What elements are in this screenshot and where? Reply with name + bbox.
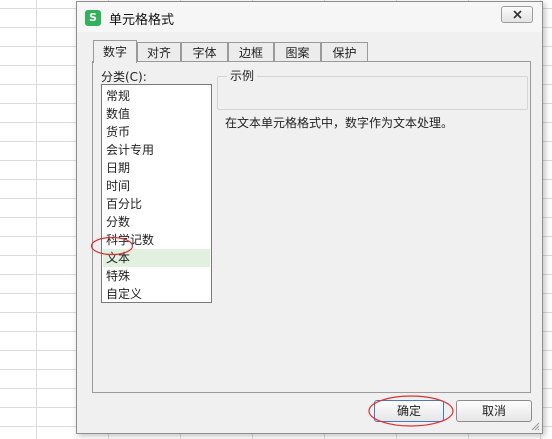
- category-text[interactable]: 文本: [103, 249, 210, 267]
- tab-protection[interactable]: 保护: [321, 42, 368, 62]
- tab-font[interactable]: 字体: [181, 42, 228, 62]
- category-list[interactable]: 常规 数值 货币 会计专用 日期 时间 百分比 分数 科学记数 文本 特殊 自定…: [101, 84, 212, 303]
- wps-app-icon: S: [85, 10, 101, 26]
- sample-box: [217, 76, 528, 110]
- category-accounting[interactable]: 会计专用: [103, 141, 210, 159]
- close-icon: [513, 10, 522, 19]
- category-label: 分类(C):: [101, 70, 147, 84]
- format-description: 在文本单元格格式中，数字作为文本处理。: [225, 116, 454, 130]
- cancel-button[interactable]: 取消: [456, 400, 532, 422]
- tab-pattern[interactable]: 图案: [274, 42, 321, 62]
- tab-alignment[interactable]: 对齐: [137, 42, 181, 62]
- category-special[interactable]: 特殊: [103, 267, 210, 285]
- category-fraction[interactable]: 分数: [103, 213, 210, 231]
- sample-label: 示例: [227, 67, 258, 84]
- resize-grip-icon[interactable]: [530, 421, 540, 431]
- close-button[interactable]: [501, 6, 533, 23]
- dialog-titlebar[interactable]: S 单元格格式: [77, 2, 542, 32]
- format-cells-dialog: S 单元格格式 数字 对齐 字体 边框 图案 保护 分类(C): 常规 数值 货…: [76, 1, 543, 434]
- number-tab-panel: 分类(C): 常规 数值 货币 会计专用 日期 时间 百分比 分数 科学记数 文…: [90, 61, 531, 393]
- category-percentage[interactable]: 百分比: [103, 195, 210, 213]
- category-time[interactable]: 时间: [103, 177, 210, 195]
- dialog-title: 单元格格式: [109, 13, 175, 28]
- tab-border[interactable]: 边框: [228, 42, 274, 62]
- category-date[interactable]: 日期: [103, 159, 210, 177]
- category-custom[interactable]: 自定义: [103, 285, 210, 303]
- category-number[interactable]: 数值: [103, 105, 210, 123]
- tab-number[interactable]: 数字: [93, 40, 137, 63]
- category-general[interactable]: 常规: [103, 87, 210, 105]
- category-scientific[interactable]: 科学记数: [103, 231, 210, 249]
- category-currency[interactable]: 货币: [103, 123, 210, 141]
- ok-button[interactable]: 确定: [374, 400, 444, 422]
